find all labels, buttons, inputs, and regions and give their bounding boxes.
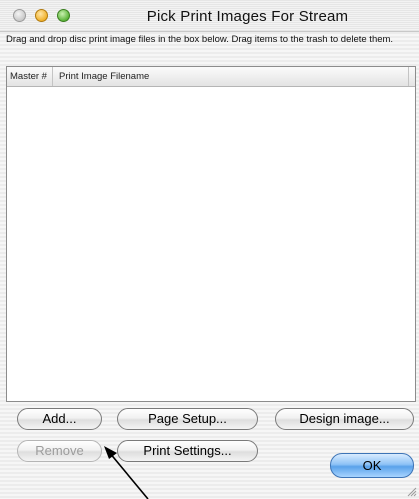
title-bar[interactable]: Pick Print Images For Stream: [0, 0, 419, 32]
print-settings-button[interactable]: Print Settings...: [117, 440, 258, 462]
column-header-master-number[interactable]: Master #: [7, 67, 53, 86]
print-image-list[interactable]: Master # Print Image Filename: [6, 66, 416, 402]
list-header: Master # Print Image Filename: [7, 67, 415, 87]
window-title: Pick Print Images For Stream: [146, 8, 349, 25]
remove-button[interactable]: Remove: [17, 440, 102, 462]
instructions-text: Drag and drop disc print image files in …: [6, 34, 394, 45]
design-image-button[interactable]: Design image...: [275, 408, 414, 430]
zoom-window-icon[interactable]: [57, 9, 70, 22]
add-button[interactable]: Add...: [17, 408, 102, 430]
page-setup-button[interactable]: Page Setup...: [117, 408, 258, 430]
close-window-icon[interactable]: [13, 9, 26, 22]
column-header-print-image-filename[interactable]: Print Image Filename: [54, 67, 409, 86]
column-header-spacer: [408, 67, 415, 86]
minimize-window-icon[interactable]: [35, 9, 48, 22]
pick-print-images-window: Pick Print Images For Stream Drag and dr…: [0, 0, 419, 499]
ok-button[interactable]: OK: [330, 453, 414, 478]
resize-grip-icon[interactable]: [405, 485, 417, 497]
